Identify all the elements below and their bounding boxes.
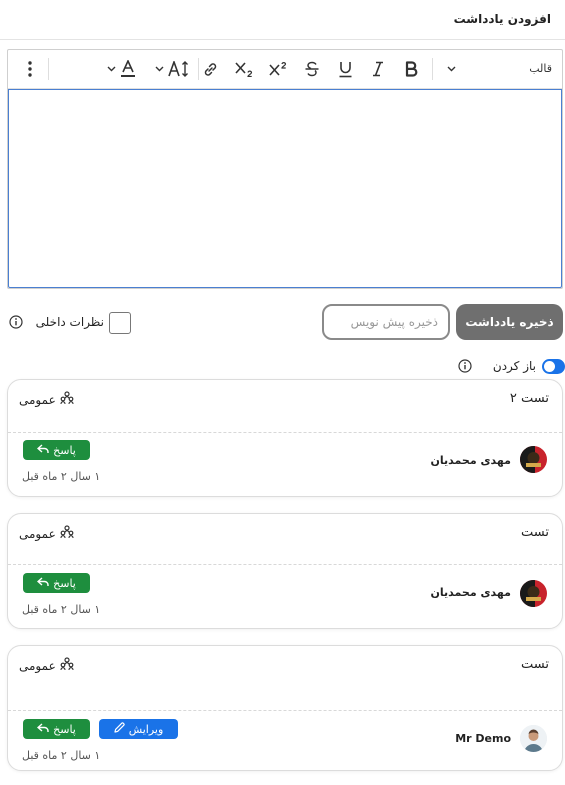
note-author: مهدی محمدیان	[430, 454, 511, 467]
font-size-icon	[167, 61, 190, 77]
note-text: تست	[521, 657, 549, 672]
card-divider	[8, 564, 562, 565]
italic-icon[interactable]	[368, 50, 388, 88]
superscript-icon[interactable]	[265, 50, 291, 88]
strikethrough-icon[interactable]	[301, 50, 323, 88]
visibility-badge: عمومی	[19, 525, 74, 542]
chevron-down-icon	[107, 66, 116, 72]
note-time: ۱ سال ۲ ماه قبل	[22, 603, 101, 616]
internal-comments-label: نظرات داخلی	[35, 315, 104, 329]
toggle-knob	[544, 361, 555, 372]
note-text: تست ۲	[509, 391, 549, 406]
note-editor: قالب	[7, 49, 563, 289]
visibility-badge: عمومی	[19, 657, 74, 674]
more-vertical-icon[interactable]	[20, 50, 40, 88]
avatar	[520, 725, 547, 752]
visibility-label: عمومی	[19, 392, 56, 407]
visibility-badge: عمومی	[19, 391, 74, 408]
users-icon	[60, 657, 74, 674]
link-icon[interactable]	[199, 50, 221, 88]
toolbar-divider	[432, 58, 433, 80]
note-time: ۱ سال ۲ ماه قبل	[22, 749, 101, 762]
card-divider	[8, 432, 562, 433]
editor-toolbar: قالب	[8, 50, 562, 89]
open-toggle[interactable]	[542, 359, 565, 374]
users-icon	[60, 391, 74, 408]
reply-label: پاسخ	[53, 576, 76, 590]
reply-icon	[37, 443, 49, 457]
panel-header: افزودن یادداشت	[0, 0, 565, 40]
reply-icon	[37, 722, 49, 736]
reply-button[interactable]: پاسخ	[23, 719, 90, 739]
note-text: تست	[521, 525, 549, 540]
save-note-button[interactable]: ذخیره یادداشت	[456, 304, 563, 340]
card-divider	[8, 710, 562, 711]
bold-icon[interactable]	[400, 50, 422, 88]
reply-button[interactable]: پاسخ	[23, 440, 90, 460]
open-toggle-label: باز کردن	[492, 359, 536, 373]
internal-comments-option: نظرات داخلی	[8, 312, 132, 334]
text-color-button[interactable]	[101, 50, 141, 88]
info-icon	[458, 359, 472, 373]
page-title: افزودن یادداشت	[453, 12, 551, 26]
draft-input[interactable]	[322, 304, 450, 340]
reply-icon	[37, 576, 49, 590]
toolbar-divider	[48, 58, 49, 80]
reply-label: پاسخ	[53, 443, 76, 457]
edit-button[interactable]: ویرایش	[99, 719, 178, 739]
underline-icon[interactable]	[335, 50, 355, 88]
note-card: تست عمومی Mr Demo ویرایش پاسخ ۱ سال ۲ ما…	[7, 645, 563, 771]
avatar	[520, 446, 547, 473]
visibility-label: عمومی	[19, 526, 56, 541]
format-select[interactable]: قالب	[529, 62, 552, 75]
avatar	[520, 580, 547, 607]
subscript-icon[interactable]	[232, 50, 256, 88]
users-icon	[60, 525, 74, 542]
chevron-down-icon[interactable]	[441, 50, 461, 88]
note-author: مهدی محمدیان	[430, 586, 511, 599]
reply-label: پاسخ	[53, 722, 76, 736]
open-toggle-option: باز کردن	[455, 356, 565, 378]
reply-button[interactable]: پاسخ	[23, 573, 90, 593]
font-size-button[interactable]	[151, 50, 193, 88]
info-icon	[9, 315, 23, 329]
note-time: ۱ سال ۲ ماه قبل	[22, 470, 101, 483]
visibility-label: عمومی	[19, 658, 56, 673]
edit-label: ویرایش	[128, 722, 164, 736]
note-text-area[interactable]	[8, 89, 562, 288]
internal-comments-checkbox[interactable]	[109, 312, 131, 334]
note-card: تست ۲ عمومی مهدی محمدیان پاسخ ۱ سال ۲ ما…	[7, 379, 563, 497]
chevron-down-icon	[155, 66, 164, 72]
note-author: Mr Demo	[455, 732, 511, 745]
pencil-icon	[114, 722, 125, 736]
text-color-icon	[121, 60, 135, 78]
note-card: تست عمومی مهدی محمدیان پاسخ ۱ سال ۲ ماه …	[7, 513, 563, 629]
